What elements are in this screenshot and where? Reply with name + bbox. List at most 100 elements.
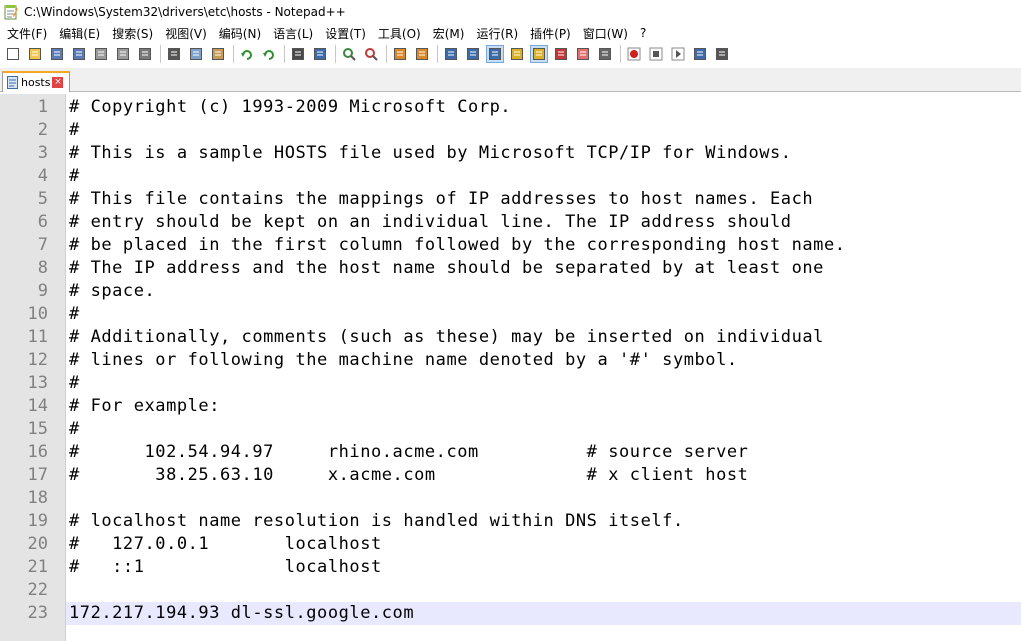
record-macro-icon[interactable] [625,45,643,63]
line-text[interactable]: # For example: [69,395,220,418]
editor-line[interactable]: 19 # localhost name resolution is handled… [0,510,1021,533]
line-text[interactable]: # be placed in the first column followed… [69,234,846,257]
paste-icon[interactable] [209,45,227,63]
tab-close-icon[interactable]: × [52,77,64,88]
new-file-icon[interactable] [4,45,22,63]
menu-item-6[interactable]: 设置(T) [318,25,371,42]
close-icon[interactable] [92,45,110,63]
notepad-plus-plus-icon [4,5,18,20]
line-text[interactable]: # [69,303,80,326]
save-icon[interactable] [48,45,66,63]
save-macro-icon[interactable] [713,45,731,63]
editor-line[interactable]: 18 [0,487,1021,510]
stop-record-icon[interactable] [647,45,665,63]
menu-item-8[interactable]: 宏(M) [426,25,470,42]
editor-line[interactable]: 16 # 102.54.94.97 rhino.acme.com # source… [0,441,1021,464]
run-macro-multiple-icon[interactable] [691,45,709,63]
menu-item-1[interactable]: 编辑(E) [52,25,105,42]
line-text[interactable]: # [69,418,80,441]
toolbar-separator [437,45,438,63]
editor-line[interactable]: 11 # Additionally, comments (such as thes… [0,326,1021,349]
menu-item-9[interactable]: 运行(R) [469,25,523,42]
play-macro-icon[interactable] [669,45,687,63]
editor-line[interactable]: 5 # This file contains the mappings of IP… [0,188,1021,211]
line-text[interactable]: # This is a sample HOSTS file used by Mi… [69,142,792,165]
print-icon[interactable] [136,45,154,63]
editor-line[interactable]: 13 # [0,372,1021,395]
line-text[interactable]: # Copyright (c) 1993-2009 Microsoft Corp… [69,96,511,119]
redo-icon[interactable] [260,45,278,63]
close-all-icon[interactable] [114,45,132,63]
line-text[interactable]: # lines or following the machine name de… [69,349,738,372]
editor-line[interactable]: 21 # ::1 localhost [0,556,1021,579]
menu-item-0[interactable]: 文件(F) [0,25,52,42]
line-text[interactable]: # [69,119,80,142]
zoom-out-icon[interactable] [362,45,380,63]
line-text[interactable]: # ::1 localhost [69,556,382,579]
line-text[interactable]: # 102.54.94.97 rhino.acme.com # source s… [69,441,748,464]
editor-line[interactable]: 10 # [0,303,1021,326]
line-text[interactable]: # [69,165,80,188]
line-text[interactable]: # space. [69,280,155,303]
line-text[interactable]: # 127.0.0.1 localhost [69,533,382,556]
editor-line[interactable]: 2 # [0,119,1021,142]
line-text[interactable]: # 38.25.63.10 x.acme.com # x client host [69,464,748,487]
editor-line[interactable]: 22 [0,579,1021,602]
editor-line[interactable]: 4 # [0,165,1021,188]
menu-item-10[interactable]: 插件(P) [523,25,576,42]
editor-line[interactable]: 17 # 38.25.63.10 x.acme.com # x client ho… [0,464,1021,487]
editor-line[interactable]: 23 172.217.194.93 dl-ssl.google.com [0,602,1021,625]
window-title: C:\Windows\System32\drivers\etc\hosts - … [24,5,346,19]
editor-line[interactable]: 3 # This is a sample HOSTS file used by M… [0,142,1021,165]
file-icon [7,76,18,89]
line-text[interactable]: # This file contains the mappings of IP … [69,188,813,211]
menu-item-11[interactable]: 窗口(W) [576,25,633,42]
editor-line[interactable]: 6 # entry should be kept on an individual… [0,211,1021,234]
line-text[interactable]: 172.217.194.93 dl-ssl.google.com [69,602,414,625]
line-text[interactable]: # localhost name resolution is handled w… [69,510,684,533]
find-icon[interactable] [289,45,307,63]
tab-label: hosts [21,76,51,89]
save-all-icon[interactable] [70,45,88,63]
function-list-icon[interactable] [552,45,570,63]
undo-icon[interactable] [238,45,256,63]
line-text[interactable]: # The IP address and the host name shoul… [69,257,824,280]
folder-workspace-icon[interactable] [574,45,592,63]
menu-item-4[interactable]: 编码(N) [212,25,266,42]
menu-item-7[interactable]: 工具(O) [371,25,426,42]
sync-vertical-icon[interactable] [391,45,409,63]
line-number: 5 [37,189,48,209]
zoom-in-icon[interactable] [340,45,358,63]
editor-line[interactable]: 9 # space. [0,280,1021,303]
monitoring-icon[interactable] [596,45,614,63]
word-wrap-icon[interactable] [442,45,460,63]
doc-map-icon[interactable] [530,45,548,63]
line-text[interactable]: # [69,372,80,395]
copy-icon[interactable] [187,45,205,63]
open-file-icon[interactable] [26,45,44,63]
editor-line[interactable]: 8 # The IP address and the host name shou… [0,257,1021,280]
cut-icon[interactable] [165,45,183,63]
sync-horizontal-icon[interactable] [413,45,431,63]
udl-icon[interactable] [508,45,526,63]
editor-line[interactable]: 12 # lines or following the machine name … [0,349,1021,372]
tab-hosts[interactable]: hosts × [2,71,70,92]
editor-line[interactable]: 15 # [0,418,1021,441]
editor-line[interactable]: 14 # For example: [0,395,1021,418]
menu-item-2[interactable]: 搜索(S) [105,25,158,42]
line-text[interactable]: # entry should be kept on an individual … [69,211,792,234]
indent-guide-icon[interactable] [486,45,504,63]
toolbar-separator [160,45,161,63]
line-text[interactable]: # Additionally, comments (such as these)… [69,326,824,349]
toolbar-separator [284,45,285,63]
editor-line[interactable]: 7 # be placed in the first column followe… [0,234,1021,257]
editor-line[interactable]: 1 # Copyright (c) 1993-2009 Microsoft Cor… [0,96,1021,119]
menu-item-5[interactable]: 语言(L) [266,25,318,42]
show-all-chars-icon[interactable] [464,45,482,63]
menu-item-12[interactable]: ? [633,26,651,40]
replace-icon[interactable] [311,45,329,63]
editor-line[interactable]: 20 # 127.0.0.1 localhost [0,533,1021,556]
editor-area[interactable]: 1 # Copyright (c) 1993-2009 Microsoft Cor… [0,94,1021,641]
menu-item-3[interactable]: 视图(V) [158,25,212,42]
toolbar-separator [335,45,336,63]
